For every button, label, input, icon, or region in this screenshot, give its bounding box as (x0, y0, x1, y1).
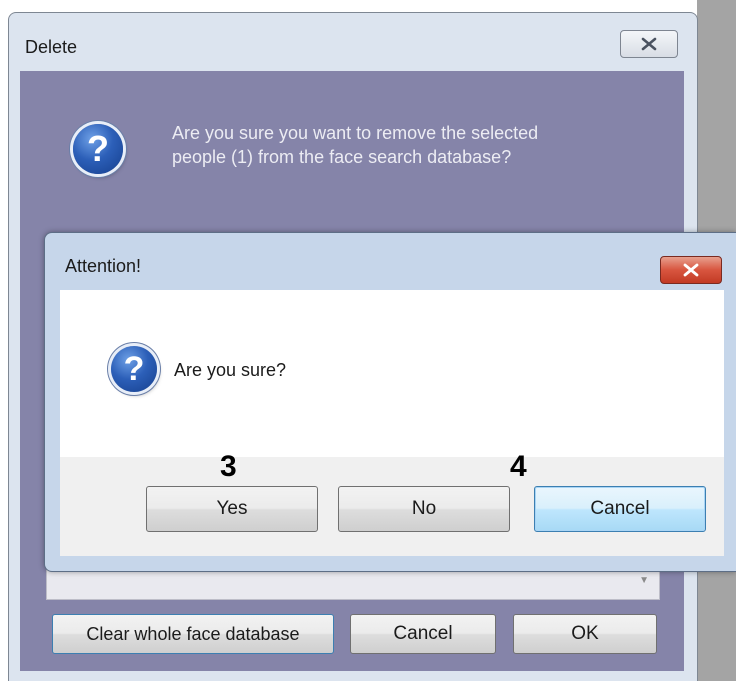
question-icon: ? (111, 346, 157, 392)
attention-dialog-message: Are you sure? (174, 360, 287, 380)
delete-ok-button[interactable]: OK (513, 614, 657, 654)
attention-dialog-title: Attention! (65, 256, 142, 276)
delete-close-button[interactable] (620, 30, 678, 58)
delete-dialog-message: Are you sure you want to remove the sele… (172, 123, 539, 167)
attention-cancel-button[interactable]: Cancel (534, 486, 706, 532)
scroll-down-icon[interactable]: ▼ (639, 575, 649, 586)
step-annotation-3: 3 (220, 450, 237, 483)
delete-cancel-button[interactable]: Cancel (350, 614, 496, 654)
no-button[interactable]: No (338, 486, 510, 532)
step-annotation-4: 4 (510, 450, 527, 483)
yes-button[interactable]: Yes (146, 486, 318, 532)
attention-close-button[interactable] (660, 256, 722, 284)
clear-whole-database-button[interactable]: Clear whole face database (52, 614, 334, 654)
delete-dialog-title: Delete (25, 37, 78, 57)
question-icon: ? (73, 124, 123, 174)
close-icon (641, 37, 657, 51)
screenshot-stage: Delete ? Are you sure you want to remove… (0, 0, 736, 681)
close-icon (683, 263, 699, 277)
